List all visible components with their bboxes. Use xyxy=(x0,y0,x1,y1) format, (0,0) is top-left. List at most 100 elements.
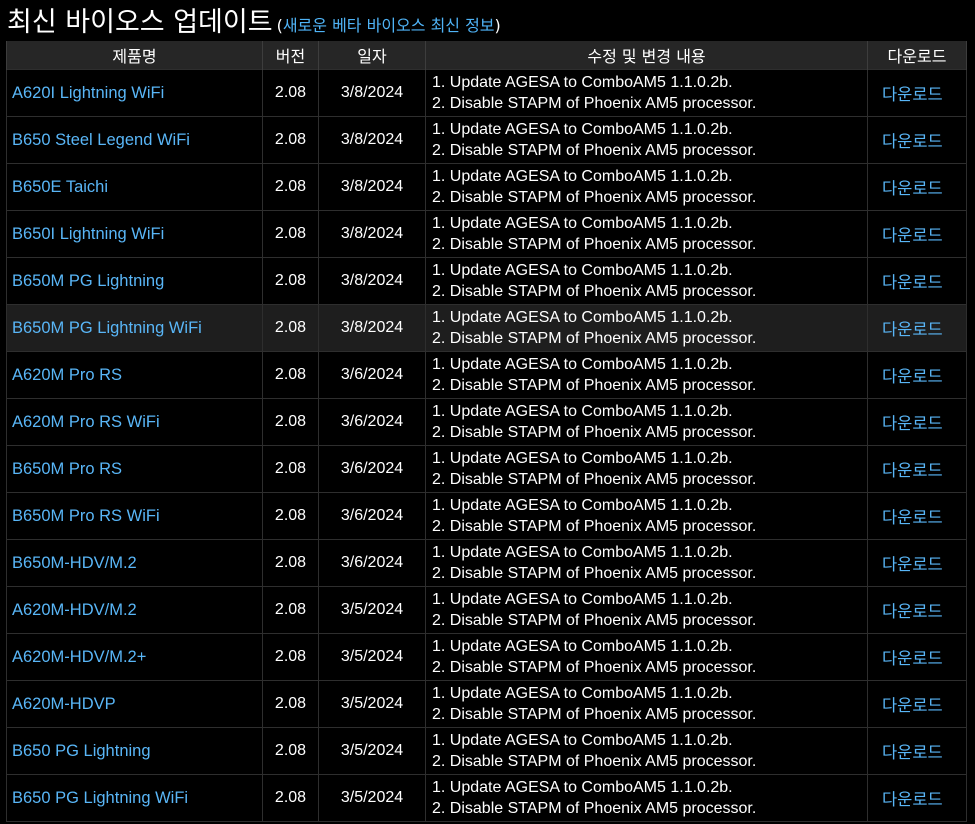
description-line-1: 1. Update AGESA to ComboAM5 1.1.0.2b. xyxy=(432,168,733,185)
description-line-2: 2. Disable STAPM of Phoenix AM5 processo… xyxy=(432,189,757,206)
table-row: A620M-HDV/M.2 2.08 3/5/2024 1. Update AGESA… xyxy=(6,586,967,634)
page-title: 최신 바이오스 업데이트 xyxy=(7,7,273,38)
table-row: B650I Lightning WiFi 2.08 3/8/2024 1. Updat… xyxy=(6,210,967,258)
description-line-2: 2. Disable STAPM of Phoenix AM5 processo… xyxy=(432,565,757,582)
column-header-version: 버전 xyxy=(262,41,319,70)
download-link[interactable]: 다운로드 xyxy=(867,680,967,728)
product-name-link[interactable]: B650M PG Lightning xyxy=(6,257,263,305)
date-cell: 3/8/2024 xyxy=(318,116,426,164)
product-name-link[interactable]: B650 PG Lightning xyxy=(6,727,263,775)
description-line-2: 2. Disable STAPM of Phoenix AM5 processo… xyxy=(432,753,757,770)
download-link[interactable]: 다운로드 xyxy=(867,586,967,634)
table-row: A620I Lightning WiFi 2.08 3/8/2024 1. Updat… xyxy=(6,69,967,117)
download-link[interactable]: 다운로드 xyxy=(867,351,967,399)
download-link[interactable]: 다운로드 xyxy=(867,492,967,540)
version-cell: 2.08 xyxy=(262,69,319,117)
description-line-2: 2. Disable STAPM of Phoenix AM5 processo… xyxy=(432,283,757,300)
description-line-1: 1. Update AGESA to ComboAM5 1.1.0.2b. xyxy=(432,638,733,655)
product-name-link[interactable]: A620I Lightning WiFi xyxy=(6,69,263,117)
download-link[interactable]: 다운로드 xyxy=(867,257,967,305)
product-name-link[interactable]: B650E Taichi xyxy=(6,163,263,211)
description-line-1: 1. Update AGESA to ComboAM5 1.1.0.2b. xyxy=(432,356,733,373)
table-row: A620M-HDV/M.2+ 2.08 3/5/2024 1. Update AGES… xyxy=(6,633,967,681)
description-cell: 1. Update AGESA to ComboAM5 1.1.0.2b. 2. … xyxy=(425,69,868,117)
download-link[interactable]: 다운로드 xyxy=(867,539,967,587)
product-name-link[interactable]: B650I Lightning WiFi xyxy=(6,210,263,258)
product-name-link[interactable]: A620M-HDVP xyxy=(6,680,263,728)
version-cell: 2.08 xyxy=(262,445,319,493)
description-cell: 1. Update AGESA to ComboAM5 1.1.0.2b. 2. … xyxy=(425,351,868,399)
version-cell: 2.08 xyxy=(262,680,319,728)
description-cell: 1. Update AGESA to ComboAM5 1.1.0.2b. 2. … xyxy=(425,445,868,493)
description-cell: 1. Update AGESA to ComboAM5 1.1.0.2b. 2. … xyxy=(425,492,868,540)
download-link[interactable]: 다운로드 xyxy=(867,304,967,352)
version-cell: 2.08 xyxy=(262,257,319,305)
description-line-2: 2. Disable STAPM of Phoenix AM5 processo… xyxy=(432,659,757,676)
date-cell: 3/8/2024 xyxy=(318,257,426,305)
bios-update-page: 최신 바이오스 업데이트 (새로운 베타 바이오스 최신 정보) 제품명 버전 일… xyxy=(0,0,975,824)
product-name-link[interactable]: B650 PG Lightning WiFi xyxy=(6,774,263,822)
download-link[interactable]: 다운로드 xyxy=(867,633,967,681)
description-line-2: 2. Disable STAPM of Phoenix AM5 processo… xyxy=(432,236,757,253)
description-cell: 1. Update AGESA to ComboAM5 1.1.0.2b. 2. … xyxy=(425,398,868,446)
version-cell: 2.08 xyxy=(262,351,319,399)
download-link[interactable]: 다운로드 xyxy=(867,116,967,164)
table-row: B650 Steel Legend WiFi 2.08 3/8/2024 1. Upd… xyxy=(6,116,967,164)
bios-table: 제품명 버전 일자 수정 및 변경 내용 다운로드 A620I Lightnin… xyxy=(6,41,967,822)
description-line-1: 1. Update AGESA to ComboAM5 1.1.0.2b. xyxy=(432,779,733,796)
download-link[interactable]: 다운로드 xyxy=(867,445,967,493)
date-cell: 3/8/2024 xyxy=(318,304,426,352)
title-row: 최신 바이오스 업데이트 (새로운 베타 바이오스 최신 정보) xyxy=(7,6,501,40)
description-line-1: 1. Update AGESA to ComboAM5 1.1.0.2b. xyxy=(432,403,733,420)
description-line-2: 2. Disable STAPM of Phoenix AM5 processo… xyxy=(432,95,757,112)
table-row: B650M PG Lightning 2.08 3/8/2024 1. Update … xyxy=(6,257,967,305)
description-cell: 1. Update AGESA to ComboAM5 1.1.0.2b. 2. … xyxy=(425,304,868,352)
download-link[interactable]: 다운로드 xyxy=(867,398,967,446)
download-link[interactable]: 다운로드 xyxy=(867,727,967,775)
description-line-2: 2. Disable STAPM of Phoenix AM5 processo… xyxy=(432,471,757,488)
date-cell: 3/8/2024 xyxy=(318,210,426,258)
download-link[interactable]: 다운로드 xyxy=(867,69,967,117)
table-row: A620M Pro RS 2.08 3/6/2024 1. Update AGESA … xyxy=(6,351,967,399)
date-cell: 3/5/2024 xyxy=(318,680,426,728)
table-row: A620M-HDVP 2.08 3/5/2024 1. Update AGESA to… xyxy=(6,680,967,728)
description-line-1: 1. Update AGESA to ComboAM5 1.1.0.2b. xyxy=(432,121,733,138)
date-cell: 3/8/2024 xyxy=(318,69,426,117)
version-cell: 2.08 xyxy=(262,163,319,211)
description-line-1: 1. Update AGESA to ComboAM5 1.1.0.2b. xyxy=(432,732,733,749)
date-cell: 3/6/2024 xyxy=(318,445,426,493)
product-name-link[interactable]: A620M-HDV/M.2+ xyxy=(6,633,263,681)
beta-bios-link[interactable]: 새로운 베타 바이오스 최신 정보 xyxy=(283,16,495,35)
date-cell: 3/6/2024 xyxy=(318,539,426,587)
description-cell: 1. Update AGESA to ComboAM5 1.1.0.2b. 2. … xyxy=(425,163,868,211)
product-name-link[interactable]: A620M Pro RS xyxy=(6,351,263,399)
description-cell: 1. Update AGESA to ComboAM5 1.1.0.2b. 2. … xyxy=(425,539,868,587)
table-row: B650E Taichi 2.08 3/8/2024 1. Update AGESA … xyxy=(6,163,967,211)
download-link[interactable]: 다운로드 xyxy=(867,774,967,822)
table-row: B650M-HDV/M.2 2.08 3/6/2024 1. Update AGESA… xyxy=(6,539,967,587)
product-name-link[interactable]: B650M PG Lightning WiFi xyxy=(6,304,263,352)
description-cell: 1. Update AGESA to ComboAM5 1.1.0.2b. 2. … xyxy=(425,210,868,258)
date-cell: 3/5/2024 xyxy=(318,727,426,775)
product-name-link[interactable]: B650 Steel Legend WiFi xyxy=(6,116,263,164)
date-cell: 3/5/2024 xyxy=(318,633,426,681)
description-cell: 1. Update AGESA to ComboAM5 1.1.0.2b. 2. … xyxy=(425,116,868,164)
product-name-link[interactable]: A620M Pro RS WiFi xyxy=(6,398,263,446)
version-cell: 2.08 xyxy=(262,210,319,258)
description-cell: 1. Update AGESA to ComboAM5 1.1.0.2b. 2. … xyxy=(425,257,868,305)
product-name-link[interactable]: B650M Pro RS xyxy=(6,445,263,493)
description-cell: 1. Update AGESA to ComboAM5 1.1.0.2b. 2. … xyxy=(425,727,868,775)
product-name-link[interactable]: B650M-HDV/M.2 xyxy=(6,539,263,587)
description-line-1: 1. Update AGESA to ComboAM5 1.1.0.2b. xyxy=(432,309,733,326)
table-row: B650M Pro RS 2.08 3/6/2024 1. Update AGESA … xyxy=(6,445,967,493)
download-link[interactable]: 다운로드 xyxy=(867,210,967,258)
product-name-link[interactable]: B650M Pro RS WiFi xyxy=(6,492,263,540)
table-row: B650 PG Lightning WiFi 2.08 3/5/2024 1. Upd… xyxy=(6,774,967,822)
description-line-2: 2. Disable STAPM of Phoenix AM5 processo… xyxy=(432,424,757,441)
description-line-2: 2. Disable STAPM of Phoenix AM5 processo… xyxy=(432,330,757,347)
description-line-2: 2. Disable STAPM of Phoenix AM5 processo… xyxy=(432,612,757,629)
version-cell: 2.08 xyxy=(262,492,319,540)
product-name-link[interactable]: A620M-HDV/M.2 xyxy=(6,586,263,634)
column-header-description: 수정 및 변경 내용 xyxy=(425,41,868,70)
download-link[interactable]: 다운로드 xyxy=(867,163,967,211)
